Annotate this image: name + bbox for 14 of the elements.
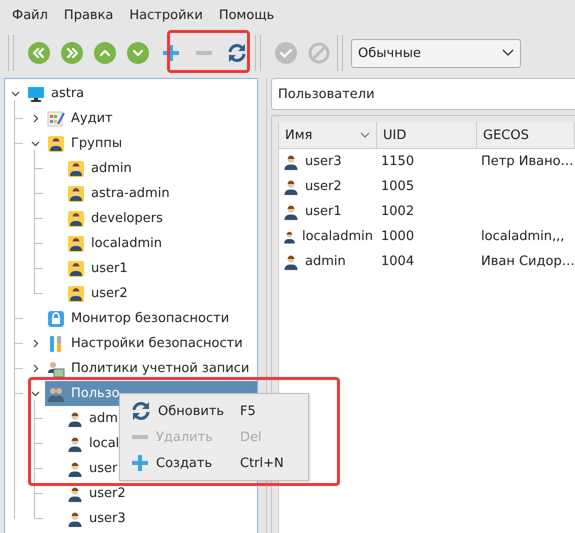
table-cell: admin bbox=[305, 254, 346, 269]
path-field: Пользователи bbox=[271, 78, 575, 110]
table-cell: 1005 bbox=[381, 179, 414, 194]
table-cell: 1000 bbox=[381, 229, 414, 244]
table-cell: localadmin,,, bbox=[481, 229, 564, 244]
table-cell: user3 bbox=[305, 154, 342, 169]
table-cell: Иван Сидор… bbox=[481, 254, 575, 269]
table-cell: localadmin bbox=[302, 229, 373, 244]
table-cell: 1150 bbox=[381, 154, 414, 169]
table-cell: 1002 bbox=[381, 204, 414, 219]
table-cell: Петр Ивано… bbox=[481, 154, 574, 169]
table-cell: 1004 bbox=[381, 254, 414, 269]
table-cell: user2 bbox=[305, 179, 342, 194]
table-cell: user1 bbox=[305, 204, 342, 219]
